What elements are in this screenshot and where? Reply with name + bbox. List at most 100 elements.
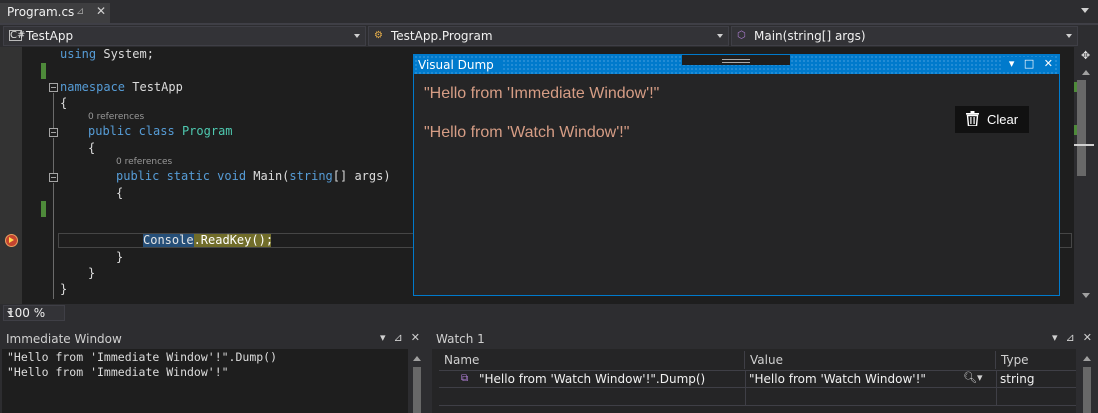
panel-controls: ▾ ⊿ ✕ — [372, 331, 420, 344]
immediate-window: Immediate Window ▾ ⊿ ✕ "Hello from 'Immedi… — [2, 329, 426, 413]
code-line-12: } — [88, 266, 96, 280]
zoom-bar: 100 % — [0, 304, 1098, 322]
split-window-icon[interactable]: ✥ — [1081, 49, 1090, 62]
outline-guide — [53, 138, 54, 173]
indicator-margin[interactable] — [0, 47, 22, 304]
chevron-down-icon — [1066, 34, 1072, 38]
overview-change-mark — [1074, 125, 1077, 135]
tab-program-cs[interactable]: Program.cs ⊿ ✕ — [0, 3, 110, 23]
change-marker — [41, 63, 46, 79]
tab-title: Program.cs — [7, 5, 75, 19]
watch-vertical-scrollbar[interactable] — [1076, 349, 1098, 413]
csharp-project-icon: C# — [9, 30, 26, 41]
document-tab-strip: Program.cs ⊿ ✕ — [0, 0, 1098, 25]
codelens-references[interactable]: 0 references — [116, 157, 172, 167]
chevron-down-icon — [7, 311, 13, 315]
pin-icon[interactable]: ⊿ — [1066, 331, 1075, 344]
overview-change-mark — [1074, 82, 1077, 92]
clear-button-label: Clear — [987, 112, 1019, 127]
visualizer-search-icon[interactable]: 🔍︎▾ — [963, 371, 983, 384]
immediate-line: "Hello from 'Immediate Window'!" — [7, 365, 229, 379]
overview-caret-mark — [1074, 144, 1094, 146]
visual-dump-window: Visual Dump ▾ □ ✕ "Hello from 'Immediate… — [413, 54, 1060, 296]
watch-name-cell[interactable]: "Hello from 'Watch Window'!".Dump() — [479, 372, 705, 386]
panel-title: Watch 1 — [436, 332, 485, 346]
close-icon[interactable]: ✕ — [1044, 57, 1053, 70]
column-header-type[interactable]: Type — [996, 351, 1076, 369]
breakpoint-current-statement-icon[interactable] — [5, 234, 18, 247]
type-dropdown-label: TestApp.Program — [391, 29, 493, 43]
column-header-value[interactable]: Value — [745, 351, 996, 369]
scroll-up-icon[interactable] — [1083, 356, 1091, 361]
navigation-bar: C# TestApp ⚙ TestApp.Program ⬡ Main(stri… — [0, 25, 1098, 47]
code-line-8: { — [116, 186, 124, 200]
empty-watch-row[interactable] — [439, 388, 1076, 406]
code-line-3: namespace TestApp — [60, 80, 183, 94]
code-line-11: } — [116, 250, 124, 264]
window-menu-chevron-down-icon[interactable]: ▾ — [1009, 57, 1015, 70]
panel-controls: ▾ ⊿ ✕ — [1044, 331, 1092, 344]
scroll-up-icon[interactable] — [413, 356, 421, 361]
zoom-dropdown[interactable]: 100 % — [3, 305, 65, 321]
drag-grip-icon[interactable] — [682, 55, 790, 65]
type-dropdown[interactable]: ⚙ TestApp.Program — [368, 26, 729, 46]
watch-grid: Name Value Type ⧉ "Hello from 'Watch Win… — [432, 349, 1098, 413]
panel-menu-chevron-down-icon[interactable]: ▾ — [380, 331, 386, 344]
code-line-4: { — [60, 96, 68, 110]
column-divider[interactable] — [745, 370, 746, 406]
window-controls: ▾ □ ✕ — [1002, 57, 1053, 70]
visual-dump-title: Visual Dump — [418, 58, 502, 72]
table-row[interactable]: ⧉ "Hello from 'Watch Window'!".Dump() "H… — [439, 370, 1076, 388]
collapse-method-icon[interactable] — [49, 173, 58, 182]
code-line-5: public class Program — [88, 124, 233, 138]
outline-guide — [53, 183, 54, 299]
watch-type-cell: string — [1000, 372, 1035, 386]
class-icon: ⚙ — [374, 30, 383, 41]
project-dropdown[interactable]: C# TestApp — [3, 26, 366, 46]
watch-window-title-bar[interactable]: Watch 1 ▾ ⊿ ✕ — [432, 329, 1098, 349]
dump-output-line: "Hello from 'Watch Window'!" — [424, 124, 630, 141]
trash-icon — [966, 111, 979, 129]
immediate-line: "Hello from 'Immediate Window'!".Dump() — [7, 350, 278, 364]
close-tab-icon[interactable]: ✕ — [96, 4, 106, 18]
code-line-13: } — [60, 282, 68, 296]
code-line-10: Console.ReadKey(); — [143, 233, 274, 247]
scrollbar-thumb[interactable] — [1083, 367, 1091, 413]
scroll-down-icon[interactable] — [1082, 293, 1090, 298]
immediate-window-content[interactable]: "Hello from 'Immediate Window'!".Dump() … — [2, 349, 426, 413]
column-header-name[interactable]: Name — [439, 351, 745, 369]
outline-guide — [53, 93, 54, 128]
immediate-window-title-bar[interactable]: Immediate Window ▾ ⊿ ✕ — [2, 329, 426, 349]
panel-title: Immediate Window — [6, 332, 122, 346]
maximize-icon[interactable]: □ — [1024, 57, 1034, 70]
code-line-6: { — [88, 141, 96, 155]
panel-menu-chevron-down-icon[interactable]: ▾ — [1052, 331, 1058, 344]
scrollbar-thumb[interactable] — [413, 367, 421, 413]
pin-icon[interactable]: ⊿ — [76, 6, 84, 17]
method-icon: ⬡ — [737, 30, 746, 41]
watch-value-cell[interactable]: "Hello from 'Watch Window'!" — [749, 372, 926, 386]
property-icon: ⧉ — [461, 373, 469, 384]
editor-horizontal-scrollbar[interactable] — [68, 308, 1074, 318]
scrollbar-thumb[interactable] — [1077, 80, 1086, 176]
editor-vertical-scrollbar[interactable]: ✥ — [1074, 47, 1098, 304]
scroll-up-icon[interactable] — [1082, 70, 1090, 75]
close-icon[interactable]: ✕ — [1083, 331, 1092, 344]
collapse-class-icon[interactable] — [49, 128, 58, 137]
pin-icon[interactable]: ⊿ — [394, 331, 403, 344]
tab-overflow-chevron-down-icon[interactable] — [1081, 8, 1089, 13]
clear-button[interactable]: Clear — [955, 106, 1029, 133]
column-divider[interactable] — [996, 370, 997, 406]
project-dropdown-label: TestApp — [26, 29, 74, 43]
codelens-references[interactable]: 0 references — [88, 112, 144, 122]
member-dropdown-label: Main(string[] args) — [754, 29, 866, 43]
chevron-down-icon — [717, 34, 723, 38]
close-icon[interactable]: ✕ — [411, 331, 420, 344]
visual-dump-title-bar[interactable]: Visual Dump ▾ □ ✕ — [414, 55, 1059, 74]
collapse-namespace-icon[interactable] — [49, 83, 58, 92]
chevron-down-icon — [354, 34, 360, 38]
member-dropdown[interactable]: ⬡ Main(string[] args) — [731, 26, 1078, 46]
watch-window: Watch 1 ▾ ⊿ ✕ Name Value Type ⧉ "Hello fro… — [432, 329, 1098, 413]
code-line-7: public static void Main(string[] args) — [116, 169, 391, 183]
immediate-vertical-scrollbar[interactable] — [408, 349, 426, 413]
